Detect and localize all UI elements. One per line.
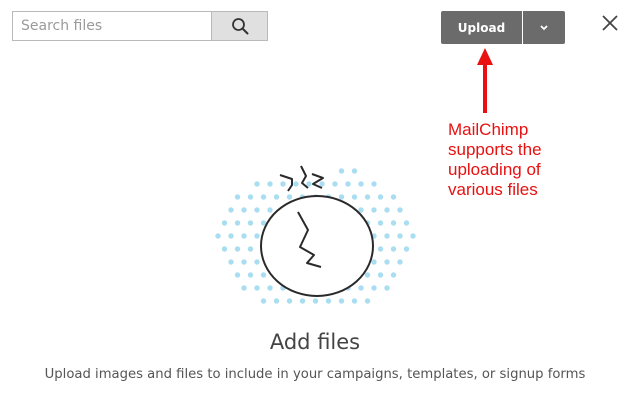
pattern-dot bbox=[267, 285, 273, 291]
pattern-dot bbox=[351, 168, 358, 174]
pattern-dot bbox=[410, 233, 416, 239]
pattern-dot bbox=[267, 181, 273, 187]
pattern-dot bbox=[260, 194, 267, 200]
pattern-dot bbox=[234, 246, 241, 252]
file-manager-dialog: Upload MailChimp supports the uploading … bbox=[0, 0, 630, 408]
pattern-dot bbox=[228, 207, 234, 213]
pattern-dot bbox=[397, 207, 403, 213]
annotation-text: MailChimp supports the uploading of vari… bbox=[448, 120, 542, 199]
upload-button[interactable]: Upload bbox=[441, 11, 522, 44]
pattern-dot bbox=[351, 194, 358, 200]
pattern-dot bbox=[371, 207, 377, 213]
pattern-dot bbox=[306, 181, 312, 187]
close-button[interactable] bbox=[598, 11, 622, 35]
pattern-dot bbox=[377, 246, 384, 252]
pattern-dot bbox=[215, 233, 221, 239]
chevron-down-icon bbox=[540, 24, 548, 30]
pattern-dot bbox=[371, 181, 377, 187]
cracked-egg-illustration bbox=[215, 165, 416, 304]
pattern-dot bbox=[390, 246, 397, 252]
pattern-dot bbox=[247, 194, 254, 200]
pattern-dot bbox=[371, 259, 377, 265]
pattern-dot bbox=[345, 181, 351, 187]
pattern-dot bbox=[293, 181, 299, 187]
search-box bbox=[12, 11, 268, 41]
pattern-dot bbox=[241, 259, 247, 265]
pattern-dot bbox=[241, 233, 247, 239]
pattern-dot bbox=[254, 285, 260, 291]
pattern-dot bbox=[247, 220, 254, 226]
pattern-dot bbox=[234, 220, 241, 226]
pattern-dot bbox=[384, 233, 390, 239]
empty-state-description: Upload images and files to include in yo… bbox=[44, 367, 586, 382]
pattern-dot bbox=[403, 220, 410, 226]
upload-options-button[interactable] bbox=[523, 11, 565, 44]
pattern-dot bbox=[286, 298, 293, 304]
pattern-dot bbox=[384, 259, 390, 265]
pattern-dot bbox=[384, 207, 390, 213]
pattern-dot bbox=[397, 259, 403, 265]
pattern-dot bbox=[273, 194, 280, 200]
search-icon bbox=[231, 18, 248, 35]
pattern-dot bbox=[260, 272, 267, 278]
pattern-dot bbox=[377, 194, 384, 200]
pattern-dot bbox=[254, 207, 260, 213]
pattern-dot bbox=[254, 259, 260, 265]
pattern-dot bbox=[267, 207, 273, 213]
pattern-dot bbox=[351, 298, 358, 304]
pattern-dot bbox=[299, 298, 306, 304]
empty-state-title: Add files bbox=[269, 330, 361, 354]
pattern-dot bbox=[358, 285, 364, 291]
pattern-dot bbox=[377, 272, 384, 278]
pattern-dot bbox=[234, 272, 241, 278]
pattern-dot bbox=[260, 298, 267, 304]
pattern-dot bbox=[228, 259, 234, 265]
pattern-dot bbox=[273, 298, 280, 304]
pattern-dot bbox=[280, 181, 286, 187]
pattern-dot bbox=[247, 272, 254, 278]
pattern-dot bbox=[221, 246, 228, 252]
pattern-dot bbox=[254, 181, 260, 187]
pattern-dot bbox=[286, 194, 293, 200]
pattern-dot bbox=[241, 207, 247, 213]
pattern-dot bbox=[241, 285, 247, 291]
pattern-dot bbox=[390, 194, 397, 200]
pattern-dot bbox=[390, 272, 397, 278]
pattern-dot bbox=[338, 168, 345, 174]
pattern-dot bbox=[364, 194, 371, 200]
pattern-dot bbox=[234, 194, 241, 200]
pattern-dot bbox=[371, 285, 377, 291]
pattern-dot bbox=[228, 233, 234, 239]
pattern-dot bbox=[364, 298, 371, 304]
pattern-dot bbox=[403, 246, 410, 252]
pattern-dot bbox=[390, 220, 397, 226]
pattern-dot bbox=[325, 298, 332, 304]
arrow-up-icon bbox=[477, 48, 493, 113]
pattern-dot bbox=[254, 233, 260, 239]
pattern-dot bbox=[364, 272, 371, 278]
pattern-dot bbox=[338, 194, 345, 200]
pattern-dot bbox=[397, 233, 403, 239]
pattern-dot bbox=[247, 246, 254, 252]
search-input[interactable] bbox=[13, 12, 211, 40]
pattern-dot bbox=[221, 220, 228, 226]
pattern-dot bbox=[338, 298, 345, 304]
pattern-dot bbox=[332, 181, 338, 187]
pattern-dot bbox=[377, 220, 384, 226]
pattern-dot bbox=[384, 285, 390, 291]
pattern-dot bbox=[319, 181, 325, 187]
pattern-dot bbox=[312, 298, 319, 304]
close-icon bbox=[602, 15, 618, 31]
pattern-dot bbox=[358, 181, 364, 187]
upload-button-group: Upload bbox=[441, 11, 565, 44]
search-button[interactable] bbox=[211, 12, 267, 40]
